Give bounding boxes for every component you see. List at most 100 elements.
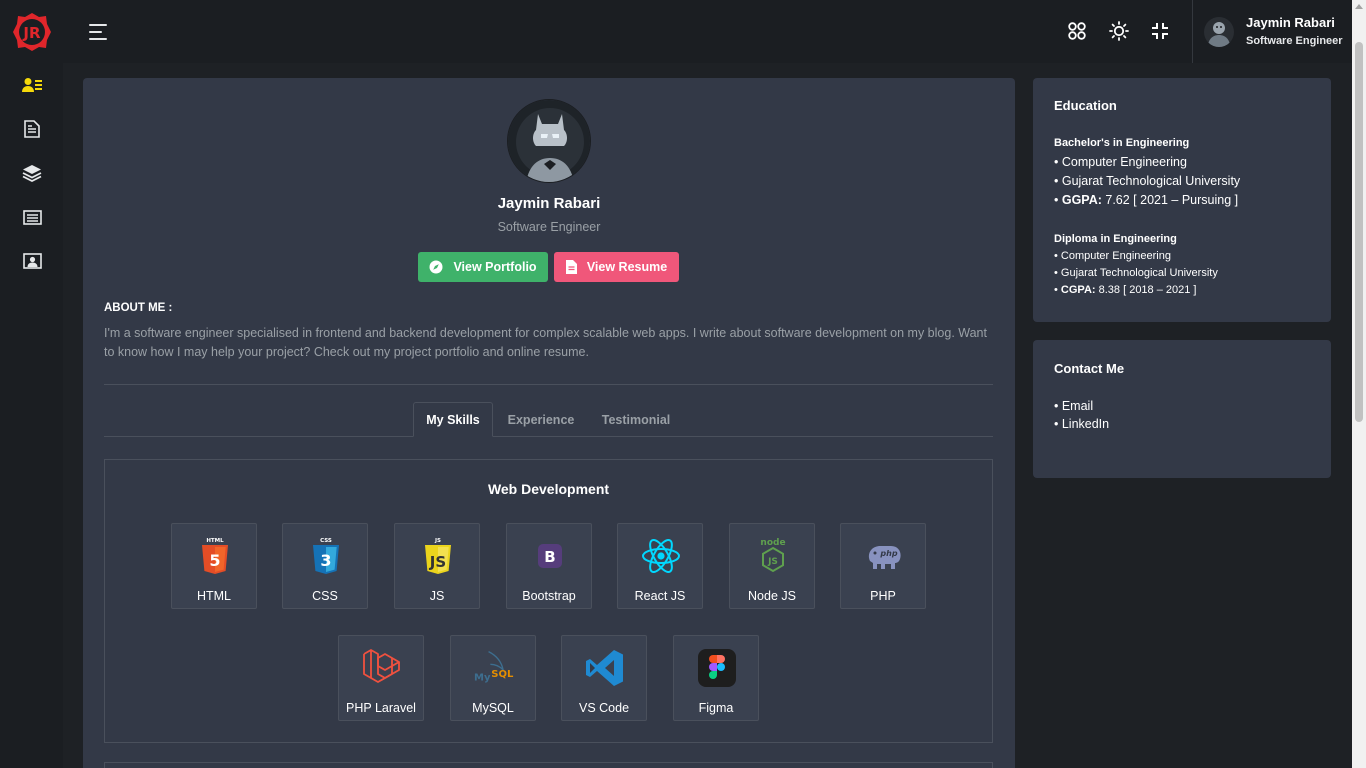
degree-heading: Bachelor's in Engineering: [1054, 137, 1190, 149]
profile-avatar: [507, 99, 591, 183]
scrollbar-thumb[interactable]: [1355, 42, 1363, 422]
view-portfolio-button[interactable]: View Portfolio: [418, 252, 548, 282]
svg-text:SQL: SQL: [491, 669, 514, 680]
svg-text:My: My: [474, 673, 491, 684]
view-resume-button[interactable]: View Resume: [554, 252, 679, 282]
skill-label: PHP: [870, 589, 896, 603]
contact-title: Contact Me: [1054, 361, 1125, 376]
svg-text:php: php: [879, 549, 897, 558]
hamburger-icon[interactable]: [89, 22, 111, 42]
css3-icon: CSS 3: [306, 536, 346, 576]
sidebar-item-blog[interactable]: [20, 205, 44, 229]
svg-text:CSS: CSS: [320, 538, 332, 544]
compass-icon: [429, 260, 443, 274]
contact-linkedin-link[interactable]: • LinkedIn: [1054, 417, 1109, 431]
degree-branch: • Computer Engineering: [1054, 155, 1187, 169]
grade-label: GGPA:: [1061, 193, 1102, 207]
sidebar-item-projects[interactable]: [20, 161, 44, 185]
contact-card: Contact Me • Email • LinkedIn: [1033, 340, 1331, 478]
skill-label: Figma: [698, 701, 734, 715]
user-menu[interactable]: Jaymin Rabari Software Engineer: [1192, 0, 1352, 63]
next-section-box: [104, 762, 993, 768]
degree-branch: • Computer Engineering: [1054, 250, 1171, 262]
brand-logo[interactable]: JR: [12, 12, 52, 52]
svg-text:B: B: [544, 548, 555, 566]
tab-experience[interactable]: Experience: [497, 402, 585, 437]
sidebar: JR: [0, 0, 63, 768]
skill-label: PHP Laravel: [346, 701, 416, 715]
svg-text:JR: JR: [22, 24, 41, 42]
contact-email-link[interactable]: • Email: [1054, 399, 1093, 413]
list-icon: [22, 209, 42, 225]
tab-my-skills[interactable]: My Skills: [413, 402, 493, 437]
skill-bootstrap[interactable]: B Bootstrap: [506, 523, 592, 609]
bullet: •: [1054, 193, 1062, 207]
avatar: [1204, 16, 1234, 47]
page-scrollbar[interactable]: [1352, 0, 1366, 768]
bootstrap-icon: B: [530, 536, 570, 576]
skill-label: Node JS: [748, 589, 796, 603]
exit-fullscreen-icon[interactable]: [1149, 20, 1171, 42]
theme-sun-icon[interactable]: [1108, 20, 1130, 42]
view-portfolio-label: View Portfolio: [453, 260, 537, 274]
header-user-role: Software Engineer: [1246, 35, 1343, 47]
svg-text:JS: JS: [767, 557, 778, 567]
svg-text:5: 5: [209, 551, 220, 570]
react-icon: [641, 536, 681, 576]
sidebar-item-resume[interactable]: [20, 117, 44, 141]
about-title: ABOUT ME :: [104, 302, 173, 314]
document-icon: [565, 260, 577, 274]
skill-label: MySQL: [472, 701, 514, 715]
skill-label: React JS: [634, 589, 686, 603]
grade-value: 7.62 [ 2021 – Pursuing ]: [1101, 193, 1239, 207]
skill-label: CSS: [312, 589, 338, 603]
user-card-icon: [22, 78, 42, 92]
grade-value: 8.38 [ 2018 – 2021 ]: [1095, 284, 1197, 296]
skill-html[interactable]: HTML 5 HTML: [171, 523, 257, 609]
sidebar-item-about[interactable]: [20, 73, 44, 97]
degree-grade: • GGPA: 7.62 [ 2021 – Pursuing ]: [1054, 193, 1238, 207]
skill-php[interactable]: php PHP: [840, 523, 926, 609]
layers-icon: [22, 165, 42, 182]
document-icon: [24, 120, 40, 138]
degree-university: • Gujarat Technological University: [1054, 174, 1241, 188]
tab-testimonial[interactable]: Testimonial: [591, 402, 681, 437]
figma-icon: [697, 648, 737, 688]
apps-grid-icon[interactable]: [1066, 20, 1088, 42]
svg-text:node: node: [760, 538, 785, 548]
education-title: Education: [1054, 98, 1117, 113]
grade-label: CGPA:: [1060, 284, 1096, 296]
skill-vscode[interactable]: VS Code: [561, 635, 647, 721]
profile-name: Jaymin Rabari: [497, 195, 601, 212]
svg-text:HTML: HTML: [206, 538, 224, 544]
skill-css[interactable]: CSS 3 CSS: [282, 523, 368, 609]
nodejs-icon: node JS: [753, 536, 793, 576]
contact-card-icon: [22, 253, 42, 269]
about-text: I'm a software engineer specialised in f…: [104, 326, 987, 359]
skill-nodejs[interactable]: node JS Node JS: [729, 523, 815, 609]
header-user-name: Jaymin Rabari: [1246, 15, 1335, 30]
skills-title: Web Development: [487, 481, 610, 497]
svg-text:3: 3: [320, 551, 331, 570]
top-header: Jaymin Rabari Software Engineer: [63, 0, 1352, 63]
skill-label: Bootstrap: [522, 589, 576, 603]
sidebar-item-contact[interactable]: [20, 249, 44, 273]
php-icon: php: [864, 536, 904, 576]
laravel-icon: [362, 648, 402, 688]
skill-react[interactable]: React JS: [617, 523, 703, 609]
degree-heading: Diploma in Engineering: [1054, 233, 1177, 245]
view-resume-label: View Resume: [586, 260, 668, 274]
profile-role: Software Engineer: [497, 220, 601, 234]
skill-js[interactable]: JS JS JS: [394, 523, 480, 609]
svg-text:JS: JS: [434, 538, 441, 544]
javascript-icon: JS JS: [418, 536, 458, 576]
skills-panel: Web Development HTML 5 HTML CSS 3 CSS JS JS…: [104, 459, 993, 743]
skill-laravel[interactable]: PHP Laravel: [338, 635, 424, 721]
skill-label: HTML: [196, 589, 232, 603]
degree-grade: • CGPA: 8.38 [ 2018 – 2021 ]: [1054, 284, 1196, 296]
skill-figma[interactable]: Figma: [673, 635, 759, 721]
scroll-up-arrow-icon[interactable]: [1355, 4, 1363, 9]
skill-mysql[interactable]: My SQL MySQL: [450, 635, 536, 721]
profile-card: Jaymin Rabari Software Engineer View Por…: [83, 78, 1015, 768]
skill-label: VS Code: [578, 701, 630, 715]
